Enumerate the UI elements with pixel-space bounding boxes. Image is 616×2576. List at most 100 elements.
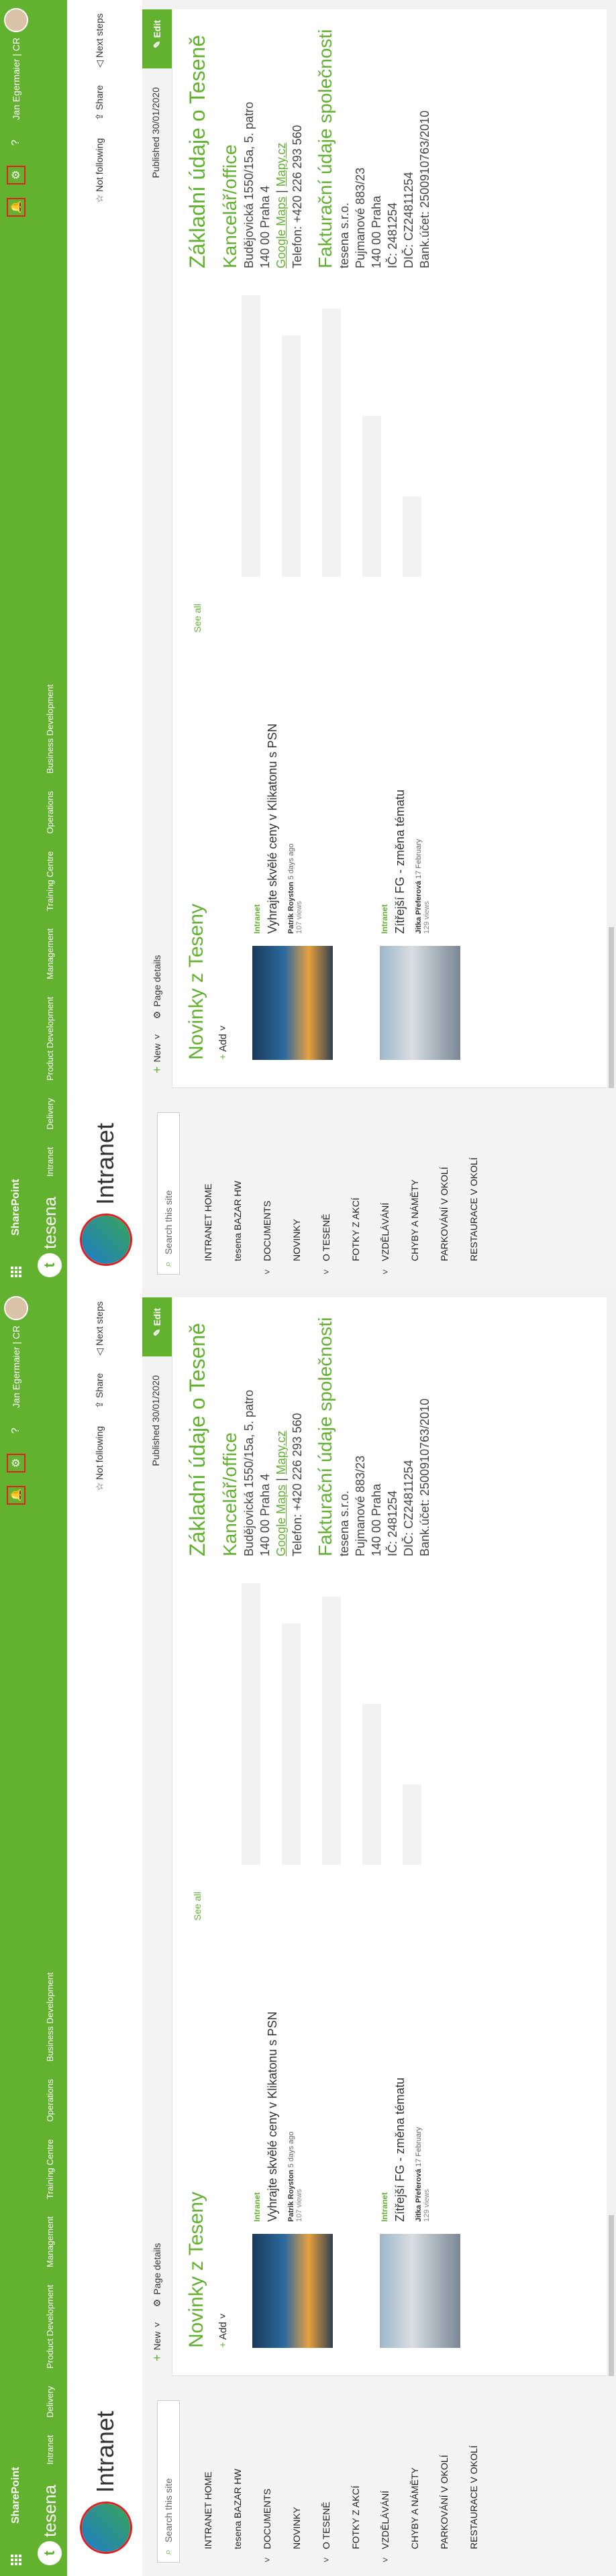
bell-icon[interactable]: 🔔: [7, 1485, 25, 1505]
add-news-button[interactable]: + Add ˅: [217, 604, 229, 1060]
horizontal-scrollbar[interactable]: [607, 0, 616, 1088]
tesena-logo[interactable]: t tesena: [38, 2485, 62, 2565]
chevron-down-icon[interactable]: ˅: [321, 1261, 331, 1275]
app-name[interactable]: SharePoint: [10, 2467, 22, 2524]
news-thumbnail[interactable]: [252, 2234, 333, 2348]
office-heading: Kancelář/office: [219, 144, 240, 268]
news-item[interactable]: Intranet Zítřejší FG - změna tématu Jitk…: [380, 604, 480, 1060]
sidebar-item[interactable]: ˅ VZDĚLÁVÁNÍ: [370, 1088, 400, 1288]
topnav-item[interactable]: Training Centre: [45, 851, 55, 911]
sidebar-item[interactable]: FOTKY Z AKCÍ: [341, 1088, 370, 1288]
follow-button[interactable]: ☆ Not following: [94, 138, 105, 203]
sidebar-item[interactable]: tesena BAZAR HW: [223, 1088, 252, 1288]
new-button[interactable]: + New ˅: [150, 1034, 164, 1073]
share-button[interactable]: ⇪ Share: [94, 85, 105, 121]
help-icon[interactable]: ?: [7, 133, 25, 152]
topnav-item[interactable]: Operations: [45, 791, 55, 834]
search-box[interactable]: ⌕ Search this site: [157, 1112, 180, 1275]
sidebar-item[interactable]: PARKOVÁNÍ V OKOLÍ: [429, 2376, 459, 2576]
left-navigation: ⌕ Search this site INTRANET HOME tesena B…: [142, 1087, 616, 1288]
chevron-down-icon[interactable]: ˅: [262, 2549, 272, 2563]
sidebar-item[interactable]: RESTAURACE V OKOLÍ: [459, 1088, 489, 1288]
user-menu[interactable]: Jan Egermaier | CR: [4, 1296, 28, 1408]
topnav-item[interactable]: Intranet: [45, 1147, 55, 1177]
follow-button[interactable]: ☆ Not following: [94, 1426, 105, 1491]
vertical-scrollbar[interactable]: [142, 1288, 616, 1297]
edit-button[interactable]: ✎ Edit: [142, 1288, 172, 1356]
sidebar-item[interactable]: tesena BAZAR HW: [223, 2376, 252, 2576]
sidebar-item[interactable]: ˅ DOCUMENTS: [252, 1088, 282, 1288]
topnav-item[interactable]: Product Development: [45, 2285, 55, 2369]
topnav-item[interactable]: Training Centre: [45, 2139, 55, 2199]
topnav-item[interactable]: Business Development: [45, 684, 55, 773]
sidebar-item[interactable]: INTRANET HOME: [193, 1088, 223, 1288]
mapy-cz-link[interactable]: Mapy.cz: [274, 1431, 288, 1475]
share-button[interactable]: ⇪ Share: [94, 1373, 105, 1409]
chevron-down-icon[interactable]: ˅: [380, 2549, 391, 2563]
news-item[interactable]: Intranet Zítřejší FG - změna tématu Jitk…: [380, 1892, 480, 2348]
bell-icon[interactable]: 🔔: [7, 197, 25, 217]
sidebar-item[interactable]: CHYBY A NÁMĚTY: [400, 2376, 429, 2576]
news-headline[interactable]: Zítřejší FG - změna tématu: [392, 1900, 408, 2222]
vertical-scrollbar[interactable]: [142, 0, 616, 9]
google-maps-link[interactable]: Google Maps: [274, 1485, 288, 1556]
news-headline[interactable]: Vyhrajte skvělé ceny v Klikatonu s PSN: [264, 612, 280, 934]
next-steps-button[interactable]: ◁ Next steps: [94, 13, 105, 68]
sidebar-item[interactable]: ˅ DOCUMENTS: [252, 2376, 282, 2576]
search-box[interactable]: ⌕ Search this site: [157, 2400, 180, 2563]
news-item[interactable]: Intranet Vyhrajte skvělé ceny v Klikaton…: [252, 604, 353, 1060]
site-logo[interactable]: [80, 1214, 132, 1266]
map-links: Google Maps | Mapy.cz: [274, 1430, 288, 1556]
billing-line: IČ: 2481254: [386, 1490, 399, 1556]
site-logo[interactable]: [80, 2502, 132, 2554]
new-button[interactable]: + New ˅: [150, 2322, 164, 2361]
news-thumbnail[interactable]: [252, 946, 333, 1060]
topnav-item[interactable]: Management: [45, 928, 55, 979]
topnav-item[interactable]: Operations: [45, 2079, 55, 2122]
edit-button[interactable]: ✎ Edit: [142, 0, 172, 68]
chevron-down-icon[interactable]: ˅: [321, 2549, 331, 2563]
see-all-link[interactable]: See all: [192, 1892, 203, 1921]
add-news-button[interactable]: + Add ˅: [217, 1892, 229, 2348]
news-headline[interactable]: Vyhrajte skvělé ceny v Klikatonu s PSN: [264, 1900, 280, 2222]
sidebar-item[interactable]: NOVINKY: [282, 2376, 311, 2576]
settings-icon[interactable]: ⚙: [7, 165, 25, 184]
mapy-cz-link[interactable]: Mapy.cz: [274, 143, 288, 187]
sidebar-item[interactable]: INTRANET HOME: [193, 2376, 223, 2576]
page-details-button[interactable]: ⚙ Page details: [152, 2243, 163, 2308]
topnav-item[interactable]: Delivery: [45, 2386, 55, 2418]
help-icon[interactable]: ?: [7, 1421, 25, 1440]
topnav-item[interactable]: Intranet: [45, 2435, 55, 2465]
waffle-icon[interactable]: [0, 1256, 32, 1288]
sidebar-item[interactable]: ˅ O TESENĚ: [311, 2376, 341, 2576]
topnav-item[interactable]: Business Development: [45, 1972, 55, 2061]
chevron-down-icon[interactable]: ˅: [262, 1261, 272, 1275]
horizontal-scrollbar[interactable]: [607, 1288, 616, 2376]
sidebar-item[interactable]: PARKOVÁNÍ V OKOLÍ: [429, 1088, 459, 1288]
sidebar-item[interactable]: ˅ O TESENĚ: [311, 1088, 341, 1288]
news-thumbnail[interactable]: [380, 2234, 460, 2348]
tesena-logo[interactable]: t tesena: [38, 1197, 62, 1277]
news-item[interactable]: Intranet Vyhrajte skvělé ceny v Klikaton…: [252, 1892, 353, 2348]
sidebar-item[interactable]: FOTKY Z AKCÍ: [341, 2376, 370, 2576]
user-menu[interactable]: Jan Egermaier | CR: [4, 8, 28, 120]
see-all-link[interactable]: See all: [192, 604, 203, 633]
waffle-icon[interactable]: [0, 2544, 32, 2576]
topnav-item[interactable]: Delivery: [45, 1098, 55, 1130]
sidebar-item[interactable]: ˅ VZDĚLÁVÁNÍ: [370, 2376, 400, 2576]
google-maps-link[interactable]: Google Maps: [274, 197, 288, 268]
next-steps-button[interactable]: ◁ Next steps: [94, 1301, 105, 1356]
sidebar-item-label: NOVINKY: [291, 2506, 302, 2549]
app-name[interactable]: SharePoint: [10, 1179, 22, 1236]
sidebar-item[interactable]: NOVINKY: [282, 1088, 311, 1288]
chevron-down-icon[interactable]: ˅: [380, 1261, 391, 1275]
news-headline[interactable]: Zítřejší FG - změna tématu: [392, 612, 408, 934]
sidebar-item[interactable]: CHYBY A NÁMĚTY: [400, 1088, 429, 1288]
settings-icon[interactable]: ⚙: [7, 1453, 25, 1472]
topnav-item[interactable]: Product Development: [45, 997, 55, 1081]
topnav-item[interactable]: Management: [45, 2216, 55, 2267]
sidebar-item[interactable]: RESTAURACE V OKOLÍ: [459, 2376, 489, 2576]
news-thumbnail[interactable]: [380, 946, 460, 1060]
page-details-button[interactable]: ⚙ Page details: [152, 955, 163, 1020]
sidebar-item-label: DOCUMENTS: [262, 2488, 272, 2549]
